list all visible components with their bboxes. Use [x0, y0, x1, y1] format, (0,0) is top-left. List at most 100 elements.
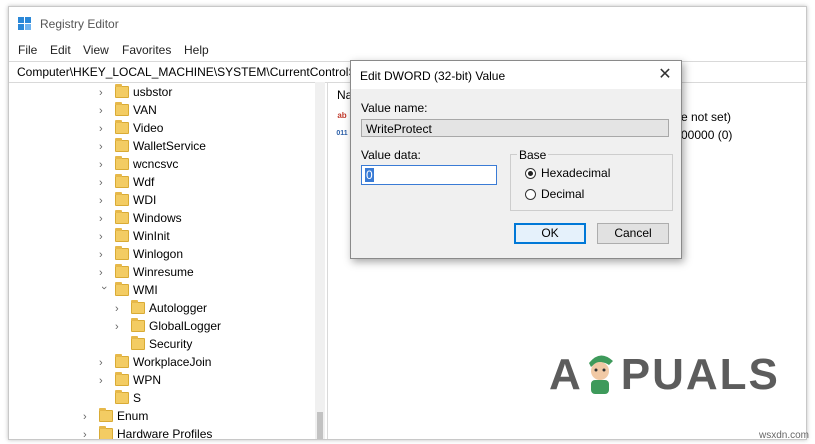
chevron-right-icon[interactable]: ›: [99, 102, 109, 120]
tree-item-winlogon[interactable]: › Winlogon: [9, 246, 309, 264]
folder-icon: [115, 372, 129, 386]
tree-item-label: Wdf: [133, 175, 155, 189]
tree-item-wcncsvc[interactable]: › wcncsvc: [9, 156, 309, 174]
value-data-input[interactable]: 0: [361, 165, 497, 185]
chevron-right-icon[interactable]: ›: [115, 318, 125, 336]
chevron-right-icon[interactable]: ›: [99, 120, 109, 138]
tree-item-winresume[interactable]: › Winresume: [9, 264, 309, 282]
tree-item-windows[interactable]: › Windows: [9, 210, 309, 228]
tree-item-label: Video: [133, 121, 164, 135]
tree-item-enum[interactable]: › Enum: [9, 408, 309, 426]
chevron-right-icon[interactable]: ›: [99, 84, 109, 102]
menu-help[interactable]: Help: [184, 43, 209, 57]
tree-item-wpn[interactable]: › WPN: [9, 372, 309, 390]
chevron-right-icon[interactable]: ›: [83, 426, 93, 439]
tree-item-label: Enum: [117, 409, 149, 423]
menu-edit[interactable]: Edit: [50, 43, 71, 57]
tree-item-label: S: [133, 391, 142, 405]
folder-icon: [131, 318, 145, 332]
tree-item-label: WMI: [133, 283, 158, 297]
tree-item-label: usbstor: [133, 85, 173, 99]
tree-item-label: GlobalLogger: [149, 319, 222, 333]
chevron-right-icon[interactable]: ›: [99, 354, 109, 372]
close-icon[interactable]: ✕: [649, 61, 681, 89]
chevron-right-icon[interactable]: ›: [99, 138, 109, 156]
chevron-right-icon[interactable]: ›: [99, 264, 109, 282]
ok-button[interactable]: OK: [514, 223, 586, 244]
tree-item-security[interactable]: Security: [9, 336, 309, 354]
value-data-text[interactable]: 0: [365, 168, 374, 182]
tree-scrollbar[interactable]: [315, 82, 325, 439]
chevron-down-icon[interactable]: ›: [95, 286, 113, 296]
chevron-right-icon[interactable]: ›: [99, 210, 109, 228]
dword-value-icon: 011: [336, 130, 348, 137]
tree-item-van[interactable]: › VAN: [9, 102, 309, 120]
folder-icon: [131, 300, 145, 314]
menu-bar: File Edit View Favorites Help: [9, 41, 806, 61]
folder-icon: [115, 156, 129, 170]
folder-icon: [115, 390, 129, 404]
tree-item-label: Security: [149, 337, 193, 351]
tree-item-label: Hardware Profiles: [117, 427, 213, 439]
watermark-right: PUALS: [620, 350, 780, 399]
chevron-right-icon[interactable]: ›: [99, 156, 109, 174]
menu-view[interactable]: View: [83, 43, 109, 57]
folder-icon: [99, 426, 113, 439]
folder-icon: [115, 354, 129, 368]
menu-file[interactable]: File: [18, 43, 37, 57]
chevron-right-icon[interactable]: ›: [99, 174, 109, 192]
chevron-right-icon[interactable]: ›: [99, 372, 109, 390]
folder-icon: [99, 408, 113, 422]
address-path[interactable]: Computer\HKEY_LOCAL_MACHINE\SYSTEM\Curre…: [17, 65, 363, 79]
registry-editor-icon: [18, 17, 32, 31]
pane-splitter[interactable]: [327, 82, 328, 439]
tree-item-wdf[interactable]: › Wdf: [9, 174, 309, 192]
radio-decimal[interactable]: [525, 189, 536, 200]
menu-favorites[interactable]: Favorites: [122, 43, 171, 57]
tree-item-wdi[interactable]: › WDI: [9, 192, 309, 210]
tree-item-hardware-profiles[interactable]: › Hardware Profiles: [9, 426, 309, 439]
radio-hexadecimal[interactable]: [525, 168, 536, 179]
tree-item-label: WalletService: [133, 139, 206, 153]
tree-item-usbstor[interactable]: › usbstor: [9, 84, 309, 102]
value-row-writeprotect-data[interactable]: 00000 (0): [681, 128, 732, 142]
dialog-title-bar: Edit DWORD (32-bit) Value ✕: [351, 61, 681, 89]
chevron-right-icon[interactable]: ›: [115, 300, 125, 318]
folder-icon: [115, 102, 129, 116]
dialog-title: Edit DWORD (32-bit) Value: [360, 69, 506, 83]
tree-item-video[interactable]: › Video: [9, 120, 309, 138]
chevron-right-icon[interactable]: ›: [99, 228, 109, 246]
tree-item-label: Winresume: [133, 265, 194, 279]
tree-item-globallogger[interactable]: › GlobalLogger: [9, 318, 309, 336]
cancel-button[interactable]: Cancel: [597, 223, 669, 244]
folder-icon: [115, 84, 129, 98]
tree-item-label: VAN: [133, 103, 157, 117]
chevron-right-icon[interactable]: ›: [99, 192, 109, 210]
chevron-right-icon[interactable]: ›: [99, 246, 109, 264]
folder-icon: [131, 336, 145, 350]
folder-icon: [115, 228, 129, 242]
tree-item-label: Windows: [133, 211, 182, 225]
tree-item-walletservice[interactable]: › WalletService: [9, 138, 309, 156]
radio-hexadecimal-label[interactable]: Hexadecimal: [541, 166, 610, 180]
scrollbar-thumb[interactable]: [317, 412, 323, 439]
radio-decimal-label[interactable]: Decimal: [541, 187, 584, 201]
tree-item-label: Winlogon: [133, 247, 184, 261]
chevron-right-icon[interactable]: ›: [83, 408, 93, 426]
folder-icon: [115, 192, 129, 206]
value-data-label: Value data:: [361, 148, 421, 162]
tree-item-autologger[interactable]: › Autologger: [9, 300, 309, 318]
folder-icon: [115, 138, 129, 152]
base-groupbox: [510, 154, 673, 211]
site-watermark: wsxdn.com: [758, 430, 809, 441]
value-row-default-data[interactable]: e not set): [681, 110, 731, 124]
tree-item-s[interactable]: S: [9, 390, 309, 408]
window-title: Registry Editor: [40, 17, 119, 31]
appuals-watermark: A PUALS: [549, 350, 780, 400]
folder-icon: [115, 282, 129, 296]
edit-dword-dialog: Edit DWORD (32-bit) Value ✕ Value name: …: [350, 60, 682, 259]
tree-item-wmi[interactable]: › WMI: [9, 282, 309, 300]
tree-item-wininit[interactable]: › WinInit: [9, 228, 309, 246]
tree-item-label: WPN: [133, 373, 161, 387]
tree-item-workplacejoin[interactable]: › WorkplaceJoin: [9, 354, 309, 372]
